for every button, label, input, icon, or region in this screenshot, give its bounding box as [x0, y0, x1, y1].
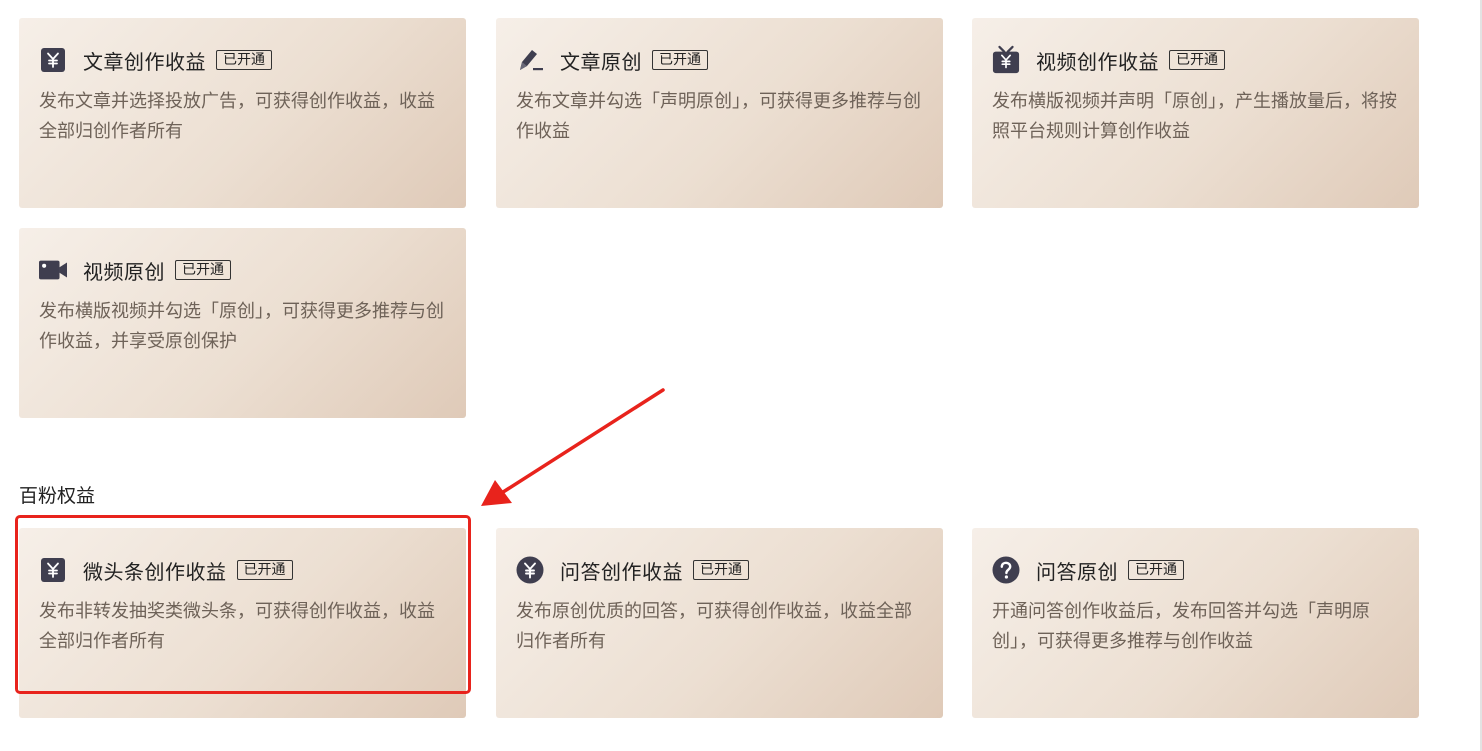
- yuan-square-icon: [39, 556, 67, 584]
- card-description: 发布非转发抽奖类微头条，可获得创作收益，收益全部归作者所有: [39, 601, 435, 652]
- card-qa-revenue[interactable]: 问答创作收益 已开通 发布原创优质的回答，可获得创作收益，收益全部归作者所有: [496, 528, 943, 718]
- status-badge: 已开通: [1128, 560, 1184, 580]
- status-badge: 已开通: [216, 50, 272, 70]
- card-header: 视频创作收益 已开通: [992, 45, 1399, 75]
- card-header: 文章创作收益 已开通: [39, 45, 446, 75]
- card-description: 发布横版视频并勾选「原创」，可获得更多推荐与创作收益，并享受原创保护: [39, 301, 444, 352]
- card-video-original[interactable]: 视频原创 已开通 发布横版视频并勾选「原创」，可获得更多推荐与创作收益，并享受原…: [19, 228, 466, 418]
- status-badge: 已开通: [236, 560, 293, 580]
- card-video-revenue[interactable]: 视频创作收益 已开通 发布横版视频并声明「原创」，产生播放量后，将按照平台规则计…: [972, 18, 1419, 208]
- card-description: 发布原创优质的回答，可获得创作收益，收益全部归作者所有: [516, 601, 912, 652]
- card-header: 视频原创 已开通: [39, 255, 446, 285]
- card-header: 文章原创 已开通: [516, 45, 923, 75]
- card-title: 文章原创: [560, 49, 642, 74]
- card-title: 问答创作收益: [560, 559, 683, 584]
- card-weitoutiao-revenue[interactable]: 微头条创作收益 已开通 发布非转发抽奖类微头条，可获得创作收益，收益全部归作者所…: [19, 528, 466, 718]
- question-circle-icon: [992, 556, 1020, 584]
- card-title: 问答原创: [1036, 559, 1118, 584]
- tv-yuan-icon: [992, 45, 1020, 74]
- status-badge: 已开通: [652, 50, 708, 70]
- card-title: 视频原创: [83, 259, 165, 284]
- card-description: 发布文章并勾选「声明原创」，可获得更多推荐与创作收益: [516, 91, 921, 142]
- status-badge: 已开通: [175, 260, 231, 280]
- creator-benefits-page: 文章创作收益 已开通 发布文章并选择投放广告，可获得创作收益，收益全部归创作者所…: [0, 0, 1482, 751]
- status-badge: 已开通: [1169, 50, 1225, 70]
- card-article-revenue[interactable]: 文章创作收益 已开通 发布文章并选择投放广告，可获得创作收益，收益全部归创作者所…: [19, 18, 466, 208]
- card-description: 发布文章并选择投放广告，可获得创作收益，收益全部归创作者所有: [39, 91, 435, 142]
- section-title: 百粉权益: [19, 485, 96, 507]
- card-description: 开通问答创作收益后，发布回答并勾选「声明原创」，可获得更多推荐与创作收益: [992, 601, 1370, 652]
- video-camera-icon: [39, 256, 67, 284]
- card-header: 微头条创作收益 已开通: [39, 555, 446, 585]
- card-title: 微头条创作收益: [83, 559, 227, 584]
- card-description: 发布横版视频并声明「原创」，产生播放量后，将按照平台规则计算创作收益: [992, 91, 1397, 142]
- status-badge: 已开通: [693, 560, 749, 580]
- yuan-square-icon: [39, 46, 67, 74]
- card-header: 问答创作收益 已开通: [516, 555, 923, 585]
- card-article-original[interactable]: 文章原创 已开通 发布文章并勾选「声明原创」，可获得更多推荐与创作收益: [496, 18, 943, 208]
- card-qa-original[interactable]: 问答原创 已开通 开通问答创作收益后，发布回答并勾选「声明原创」，可获得更多推荐…: [972, 528, 1419, 718]
- yuan-circle-icon: [516, 556, 544, 584]
- card-title: 文章创作收益: [83, 49, 206, 74]
- card-header: 问答原创 已开通: [992, 555, 1399, 585]
- pen-icon: [516, 46, 544, 74]
- card-title: 视频创作收益: [1036, 49, 1159, 74]
